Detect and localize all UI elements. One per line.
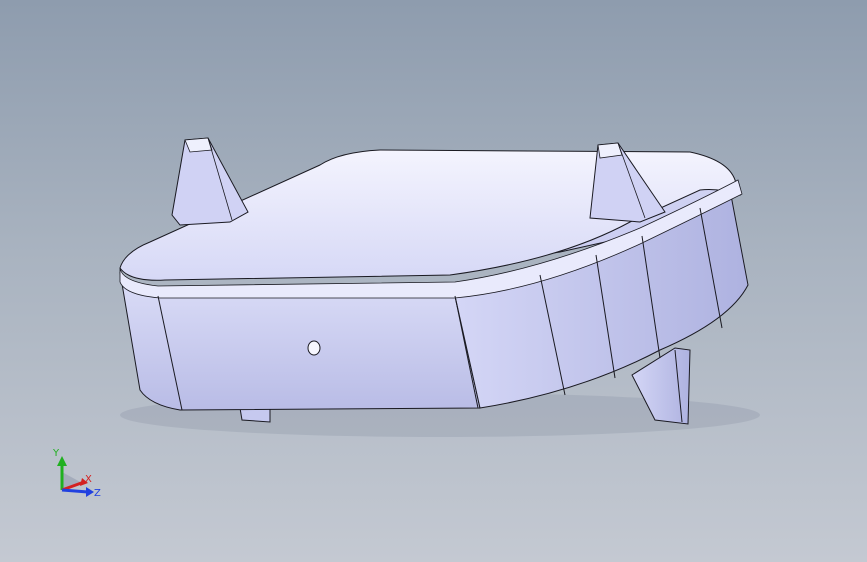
z-axis-icon [61, 488, 89, 494]
z-label: Z [94, 488, 101, 499]
graphics-viewport[interactable]: Y X Z [0, 0, 867, 562]
left-foot [239, 407, 271, 423]
front-hole [307, 340, 321, 356]
reference-triad: Y X Z [52, 448, 101, 499]
3d-model-view[interactable] [0, 0, 867, 562]
left-spike-top [184, 137, 213, 153]
z-arrow-icon [86, 487, 94, 497]
x-label: X [85, 474, 92, 485]
left-spike [171, 137, 249, 226]
y-label: Y [52, 448, 60, 459]
